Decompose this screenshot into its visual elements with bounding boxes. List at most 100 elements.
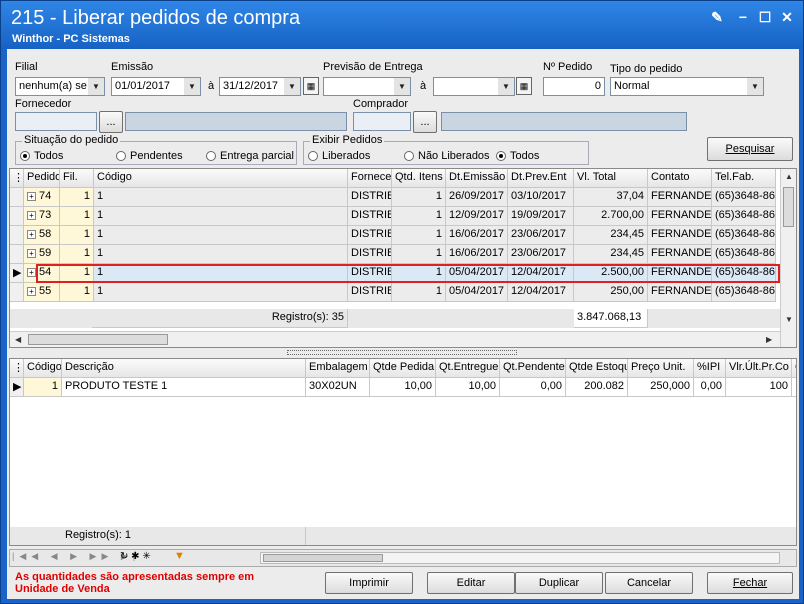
close-icon[interactable]: ✕ [779, 9, 795, 25]
refresh-icon[interactable]: ↻ ✱ ✳ [120, 551, 151, 562]
maximize-icon[interactable]: ☐ [757, 9, 773, 25]
row-indicator [10, 226, 24, 245]
orders-header-cell[interactable]: Contato [648, 169, 712, 188]
chevron-down-icon[interactable]: ▼ [88, 78, 104, 95]
expand-icon[interactable]: + [27, 249, 36, 258]
cell-value: 73 [39, 209, 52, 221]
tipo-select[interactable]: Normal ▼ [610, 77, 764, 96]
filial-select[interactable]: nenhum(a) se ▼ [15, 77, 105, 96]
chevron-down-icon[interactable]: ▼ [747, 78, 763, 95]
cancelar-button[interactable]: Cancelar [605, 572, 693, 594]
filter-icon[interactable]: ▼ [174, 550, 185, 562]
title-bar: 215 - Liberar pedidos de compra Winthor … [1, 1, 803, 49]
table-row[interactable]: +5811DISTRIBU116/06/201723/06/2017234,45… [10, 226, 780, 245]
window-subtitle: Winthor - PC Sistemas [12, 33, 130, 45]
orders-header-cell[interactable]: Dt.Emissão [446, 169, 508, 188]
items-header-cell[interactable]: Preço Unit. [628, 359, 694, 378]
expand-icon[interactable]: + [27, 268, 36, 277]
orders-header-cell[interactable]: Dt.Prev.Ent [508, 169, 574, 188]
comprador-name-field [441, 112, 687, 131]
chevron-down-icon[interactable]: ▼ [498, 78, 514, 95]
editar-button[interactable]: Editar [427, 572, 515, 594]
items-header-cell[interactable]: G [792, 359, 796, 378]
items-header-cell[interactable]: Qtde Estoque [566, 359, 628, 378]
orders-header-cell[interactable]: Pedido [24, 169, 60, 188]
fechar-button[interactable]: Fechar [707, 572, 793, 594]
table-row[interactable]: +5511DISTRIBU105/04/201712/04/2017250,00… [10, 283, 780, 302]
items-header-cell[interactable]: Vlr.Últ.Pr.Co [726, 359, 792, 378]
chevron-down-icon[interactable]: ▼ [394, 78, 410, 95]
client-area: Filial nenhum(a) se ▼ Emissão 01/01/2017 ▼… [7, 49, 799, 599]
table-row[interactable]: +7411DISTRIBU126/09/201703/10/201737,04F… [10, 188, 780, 207]
emissao-to-field[interactable]: 31/12/2017 ▼ [219, 77, 301, 96]
orders-cell: 12/09/2017 [446, 207, 508, 226]
orders-cell: 1 [94, 283, 348, 302]
comprador-browse-button[interactable]: ... [413, 111, 437, 133]
orders-cell: FERNANDES [648, 226, 712, 245]
orders-vscrollbar[interactable]: ▲ ▼ [780, 169, 796, 347]
orders-header-cell[interactable]: Vl. Total [574, 169, 648, 188]
fornecedor-browse-button[interactable]: ... [99, 111, 123, 133]
orders-registro: Registro(s): 35 [92, 309, 348, 328]
items-header-cell[interactable]: Qtde Pedida [370, 359, 436, 378]
situacao-pendentes-radio[interactable]: Pendentes [116, 150, 183, 162]
app-window: 215 - Liberar pedidos de compra Winthor … [0, 0, 804, 604]
items-header-cell[interactable]: %IPI [694, 359, 726, 378]
orders-cell: 23/06/2017 [508, 226, 574, 245]
calendar-icon[interactable]: ▦ [303, 77, 319, 95]
items-header-cell[interactable]: Código [24, 359, 62, 378]
exibir-todos-radio[interactable]: Todos [496, 150, 539, 162]
pesquisar-button[interactable]: Pesquisar [707, 137, 793, 161]
minimize-icon[interactable]: − [735, 9, 751, 25]
items-cell: 0,00 [694, 378, 726, 397]
exibir-label: Exibir Pedidos [310, 134, 385, 146]
fornecedor-code-field[interactable] [15, 112, 97, 131]
exibir-group: Exibir Pedidos Liberados Não Liberados T… [303, 134, 589, 165]
orders-cell: 19/09/2017 [508, 207, 574, 226]
comprador-code-field[interactable] [353, 112, 411, 131]
items-header-cell[interactable]: Embalagem [306, 359, 370, 378]
orders-header-cell[interactable]: Fornecedor [348, 169, 392, 188]
previsao-to-field[interactable]: ▼ [433, 77, 515, 96]
situacao-todos-radio[interactable]: Todos [20, 150, 63, 162]
radio-label: Todos [34, 150, 64, 162]
table-row[interactable]: ▶ 1 PRODUTO TESTE 1 30X02UN 10,00 10,00 0,00 20… [10, 378, 796, 397]
exibir-naoliberados-radio[interactable]: Não Liberados [404, 150, 490, 162]
expand-icon[interactable]: + [27, 230, 36, 239]
orders-header-cell[interactable]: Qtd. Itens [392, 169, 446, 188]
npedido-label: Nº Pedido [543, 61, 593, 73]
duplicar-button[interactable]: Duplicar [515, 572, 603, 594]
splitter-handle[interactable] [287, 350, 517, 355]
items-hscrollbar[interactable] [260, 552, 780, 564]
expand-icon[interactable]: + [27, 211, 36, 220]
table-row[interactable]: +5911DISTRIBU116/06/201723/06/2017234,45… [10, 245, 780, 264]
orders-header-cell[interactable]: Tel.Fab. [712, 169, 776, 188]
orders-hscrollbar[interactable]: ◀ ▶ [10, 331, 780, 347]
row-indicator [10, 188, 24, 207]
chevron-down-icon[interactable]: ▼ [184, 78, 200, 95]
previsao-from-field[interactable]: ▼ [323, 77, 411, 96]
situacao-parcial-radio[interactable]: Entrega parcial [206, 150, 294, 162]
npedido-field[interactable]: 0 [543, 77, 605, 96]
exibir-liberados-radio[interactable]: Liberados [308, 150, 370, 162]
orders-cell: 03/10/2017 [508, 188, 574, 207]
orders-cell: FERNANDES [648, 264, 712, 283]
radio-label: Pendentes [130, 150, 183, 162]
expand-icon[interactable]: + [27, 192, 36, 201]
orders-header-cell[interactable]: Código [94, 169, 348, 188]
imprimir-button[interactable]: Imprimir [325, 572, 413, 594]
emissao-label: Emissão [111, 61, 154, 73]
items-header-cell[interactable]: Qt.Entregue [436, 359, 500, 378]
emissao-from-field[interactable]: 01/01/2017 ▼ [111, 77, 201, 96]
items-header-cell[interactable]: Qt.Pendente [500, 359, 566, 378]
table-row[interactable]: +7311DISTRIBU112/09/201719/09/20172.700,… [10, 207, 780, 226]
orders-cell: 05/04/2017 [446, 283, 508, 302]
edit-window-icon[interactable]: ✎ [709, 9, 725, 25]
chevron-down-icon[interactable]: ▼ [284, 78, 300, 95]
items-cell: 200.082 [566, 378, 628, 397]
calendar-icon[interactable]: ▦ [516, 77, 532, 95]
orders-header-cell[interactable]: Fil. [60, 169, 94, 188]
table-row[interactable]: ▶+5411DISTRIBU105/04/201712/04/20172.500… [10, 264, 780, 283]
items-header-cell[interactable]: Descrição [62, 359, 306, 378]
expand-icon[interactable]: + [27, 287, 36, 296]
